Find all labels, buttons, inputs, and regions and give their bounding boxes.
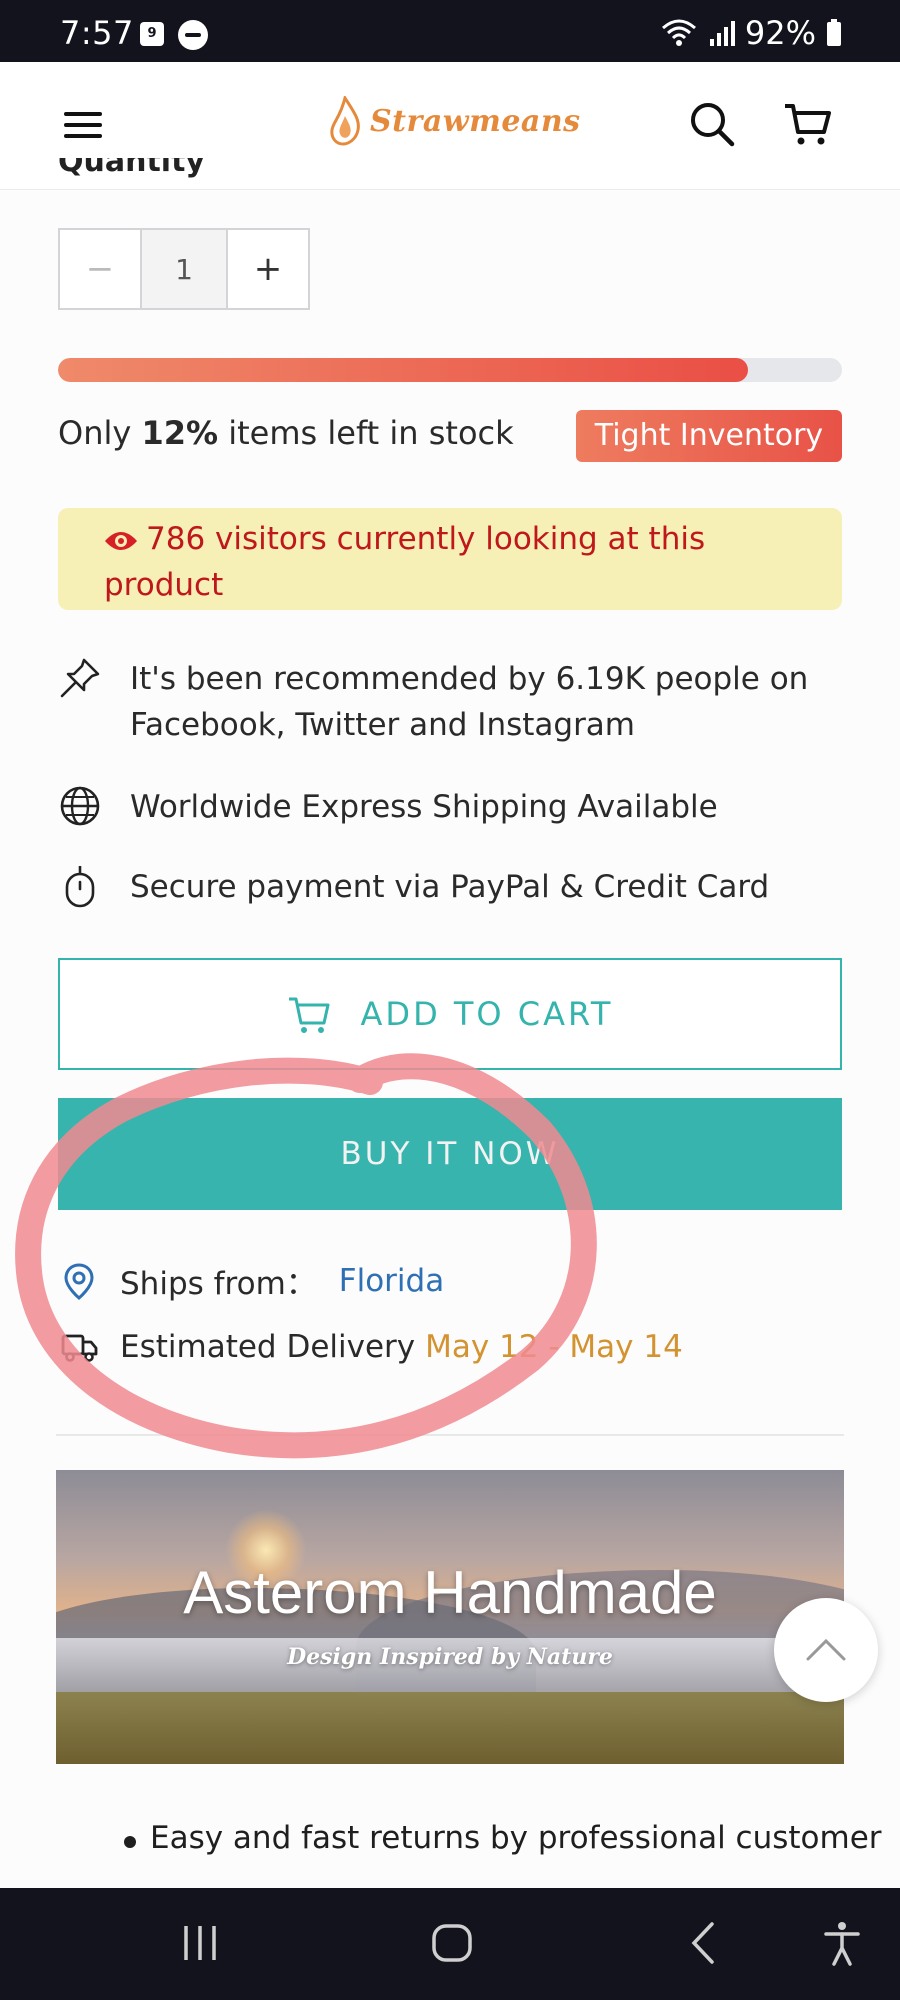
flame-logo-icon	[330, 96, 360, 146]
battery-percent: 92%	[744, 14, 816, 52]
add-to-cart-label: ADD TO CART	[360, 995, 614, 1033]
signal-icon	[709, 21, 735, 46]
back-icon[interactable]	[688, 1918, 718, 1968]
cart-icon[interactable]	[782, 98, 834, 150]
navigation-bar	[0, 1888, 900, 2000]
quantity-stepper: − 1 +	[58, 228, 310, 310]
search-icon[interactable]	[686, 98, 738, 150]
ships-from-label: Ships from：	[120, 1266, 317, 1302]
decrease-quantity-button[interactable]: −	[58, 228, 142, 310]
delivery-dates: May 12 - May 14	[425, 1329, 683, 1365]
add-to-cart-button[interactable]: ADD TO CART	[58, 958, 842, 1070]
location-pin-icon	[64, 1262, 94, 1300]
pin-icon	[60, 658, 100, 698]
tight-inventory-badge: Tight Inventory	[576, 410, 842, 462]
feature-text: It's been recommended by 6.19K people on…	[130, 661, 809, 743]
feature-text: Secure payment via PayPal & Credit Card	[130, 869, 770, 905]
stock-progress-fill	[58, 358, 748, 382]
secure-payment-icon	[65, 866, 95, 908]
recent-apps-icon[interactable]	[180, 1918, 220, 1968]
cart-icon	[288, 997, 330, 1033]
status-bar: 7:57 9 92%	[0, 0, 900, 62]
truck-icon	[61, 1334, 98, 1362]
brand-banner-image: Asterom Handmade Design Inspired by Natu…	[56, 1470, 844, 1764]
ships-from-value: Florida	[338, 1262, 445, 1299]
status-indicators: 92%	[659, 14, 842, 52]
estimated-delivery-row: Estimated Delivery May 12 - May 14	[60, 1328, 683, 1366]
calendar-icon: 9	[140, 22, 164, 46]
do-not-disturb-icon	[178, 20, 208, 50]
quantity-input[interactable]: 1	[142, 228, 226, 310]
hamburger-menu-icon[interactable]	[62, 104, 104, 146]
ships-from-row: Ships from： Florida	[60, 1258, 444, 1303]
status-time: 7:57	[60, 14, 134, 52]
stock-percent: 12%	[141, 414, 219, 452]
banner-subtitle: Design Inspired by Nature	[287, 1644, 613, 1670]
stock-message: Only 12% items left in stock	[58, 414, 514, 452]
buy-now-button[interactable]: BUY IT NOW	[58, 1098, 842, 1210]
delivery-label: Estimated Delivery	[120, 1329, 416, 1365]
wifi-icon	[661, 19, 696, 46]
banner-ground	[56, 1692, 844, 1764]
scroll-to-top-button[interactable]	[774, 1598, 878, 1702]
feature-recommended: It's been recommended by 6.19K people on…	[58, 656, 830, 748]
home-icon[interactable]	[430, 1918, 474, 1968]
section-divider	[56, 1434, 844, 1436]
feature-shipping: Worldwide Express Shipping Available	[58, 784, 830, 830]
feature-secure-payment: Secure payment via PayPal & Credit Card	[58, 864, 830, 910]
banner-title: Asterom Handmade	[183, 1559, 717, 1626]
globe-icon	[60, 786, 100, 826]
feature-text: Worldwide Express Shipping Available	[130, 789, 718, 825]
visitors-notice: 786 visitors currently looking at this p…	[58, 508, 842, 610]
accessibility-icon[interactable]	[822, 1918, 862, 1968]
brand-logo[interactable]: Strawmeans	[328, 96, 581, 146]
quantity-heading: Quantity	[58, 158, 205, 179]
increase-quantity-button[interactable]: +	[226, 228, 310, 310]
battery-icon	[827, 19, 841, 46]
brand-name: Strawmeans	[370, 103, 581, 139]
stock-progress-bar	[58, 358, 842, 382]
chevron-up-icon	[806, 1638, 846, 1661]
list-item: Easy and fast returns by professional cu…	[150, 1820, 882, 1856]
eye-icon	[105, 532, 137, 550]
visitors-text: 786 visitors currently looking at this p…	[104, 521, 706, 603]
